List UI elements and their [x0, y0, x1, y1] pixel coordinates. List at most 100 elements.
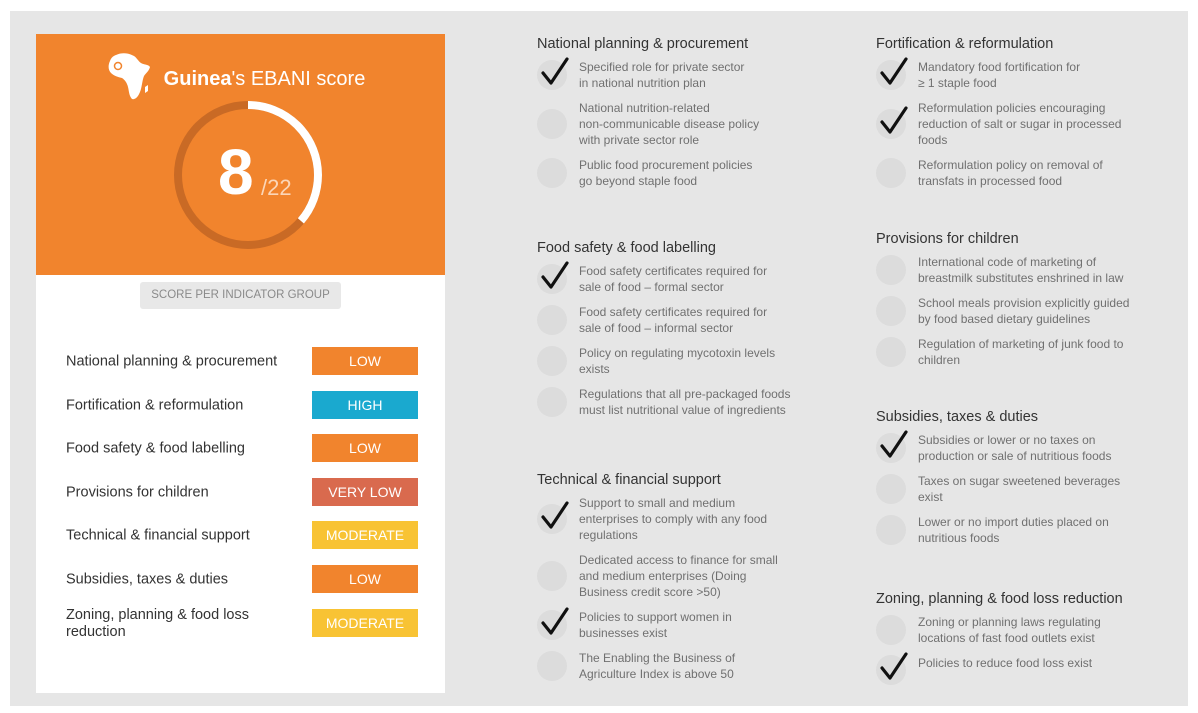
- indicator-text: Regulation of marketing of junk food to …: [918, 337, 1124, 367]
- indicator-item: Support to small and medium enterprises …: [537, 495, 778, 543]
- group-row: Food safety & food labelling LOW: [66, 434, 418, 464]
- group-row: Technical & financial support MODERATE: [66, 521, 418, 551]
- indicator-met-dot: [537, 607, 569, 640]
- section-title: Technical & financial support: [537, 472, 721, 488]
- score-title-suffix: 's EBANI score: [231, 68, 366, 90]
- indicator-item: Subsidies or lower or no taxes on produc…: [876, 430, 1120, 464]
- indicator-item: Public food procurement policies go beyo…: [537, 157, 759, 189]
- indicator-unmet-dot: [876, 515, 906, 545]
- group-label: Fortification & reformulation: [66, 397, 244, 414]
- score-value: 8: [218, 136, 254, 208]
- indicator-text: Policies to reduce food loss exist: [918, 656, 1093, 670]
- indicator-text: National nutrition-related non-communica…: [579, 101, 760, 147]
- indicator-unmet-dot: [537, 158, 567, 188]
- indicator-unmet-dot: [537, 387, 567, 417]
- indicator-item: The Enabling the Business of Agriculture…: [537, 650, 778, 682]
- section-title: Food safety & food labelling: [537, 240, 716, 256]
- indicator-item: National nutrition-related non-communica…: [537, 100, 759, 148]
- section-title: National planning & procurement: [537, 36, 749, 52]
- group-row: Zoning, planning & food loss reduction MO…: [66, 607, 418, 640]
- rating-badge: MODERATE: [312, 521, 418, 549]
- indicator-text: Policies to support women in businesses …: [579, 610, 732, 640]
- checkmark-icon: [541, 607, 569, 635]
- rating-badge: LOW: [312, 347, 418, 375]
- indicator-text: Food safety certificates required for sa…: [579, 305, 768, 335]
- indicator-item: Regulations that all pre-packaged foods …: [537, 386, 790, 418]
- rating-badge: LOW: [312, 434, 418, 462]
- indicator-unmet-dot: [876, 255, 906, 285]
- group-row: Fortification & reformulation HIGH: [66, 391, 418, 421]
- indicator-met-dot: [537, 261, 569, 294]
- indicator-unmet-dot: [876, 337, 906, 367]
- score-hero: Guinea's EBANI score 8 /22: [36, 34, 445, 275]
- indicator-item: Policies to support women in businesses …: [537, 607, 778, 641]
- indicator-met-dot: [876, 57, 908, 90]
- indicator-unmet-dot: [537, 305, 567, 335]
- indicator-item: Food safety certificates required for sa…: [537, 304, 790, 336]
- checkmark-icon: [541, 57, 569, 85]
- indicator-met-dot: [876, 106, 908, 139]
- indicator-item: Reformulation policies encouraging reduc…: [876, 100, 1121, 148]
- indicator-text: Regulations that all pre-packaged foods …: [579, 387, 791, 417]
- indicator-section: Zoning, planning & food loss reduction Zo…: [876, 591, 1123, 694]
- checkmark-icon: [880, 652, 908, 680]
- group-label: Provisions for children: [66, 484, 209, 501]
- indicator-met-dot: [876, 430, 908, 463]
- indicator-item: Lower or no import duties placed on nutr…: [876, 514, 1120, 546]
- group-heading: SCORE PER INDICATOR GROUP: [140, 282, 341, 309]
- indicator-text: Support to small and medium enterprises …: [579, 496, 768, 542]
- indicator-unmet-dot: [876, 474, 906, 504]
- indicator-met-dot: [876, 652, 908, 685]
- indicator-item: Regulation of marketing of junk food to …: [876, 336, 1129, 368]
- indicator-text: School meals provision explicitly guided…: [918, 296, 1130, 326]
- indicator-section: Subsidies, taxes & duties Subsidies or lo…: [876, 409, 1120, 555]
- group-label: Subsidies, taxes & duties: [66, 571, 229, 588]
- indicator-met-dot: [537, 57, 569, 90]
- section-title: Zoning, planning & food loss reduction: [876, 591, 1123, 607]
- indicator-item: School meals provision explicitly guided…: [876, 295, 1129, 327]
- indicator-text: Taxes on sugar sweetened beverages exist: [918, 474, 1121, 504]
- indicator-item: Food safety certificates required for sa…: [537, 261, 790, 295]
- rating-badge: HIGH: [312, 391, 418, 419]
- indicator-item: Zoning or planning laws regulating locat…: [876, 614, 1123, 646]
- indicator-item: Mandatory food fortification for ≥ 1 sta…: [876, 57, 1121, 91]
- indicator-text: Dedicated access to finance for small an…: [579, 553, 778, 599]
- indicator-text: Reformulation policy on removal of trans…: [918, 158, 1103, 188]
- group-label: Technical & financial support: [66, 527, 250, 544]
- section-title: Provisions for children: [876, 231, 1019, 247]
- country-name: Guinea: [163, 68, 232, 90]
- group-row: National planning & procurement LOW: [66, 347, 418, 377]
- checkmark-icon: [880, 57, 908, 85]
- indicator-text: The Enabling the Business of Agriculture…: [579, 651, 736, 681]
- group-row: Provisions for children VERY LOW: [66, 478, 418, 508]
- indicator-section: Provisions for children International cod…: [876, 231, 1129, 377]
- indicator-text: Zoning or planning laws regulating locat…: [918, 615, 1101, 645]
- indicator-text: Subsidies or lower or no taxes on produc…: [918, 433, 1112, 463]
- section-title: Subsidies, taxes & duties: [876, 409, 1039, 425]
- indicator-text: Mandatory food fortification for ≥ 1 sta…: [918, 60, 1081, 90]
- indicator-unmet-dot: [876, 615, 906, 645]
- indicator-unmet-dot: [537, 651, 567, 681]
- checkmark-icon: [541, 261, 569, 289]
- indicator-item: Specified role for private sector in nat…: [537, 57, 759, 91]
- indicator-item: International code of marketing of breas…: [876, 254, 1129, 286]
- indicator-unmet-dot: [876, 296, 906, 326]
- checkmark-icon: [541, 501, 569, 529]
- rating-badge: VERY LOW: [312, 478, 418, 506]
- indicator-unmet-dot: [537, 561, 567, 591]
- checkmark-icon: [880, 106, 908, 134]
- group-row: Subsidies, taxes & duties LOW: [66, 565, 418, 595]
- indicator-unmet-dot: [876, 158, 906, 188]
- indicator-text: Reformulation policies encouraging reduc…: [918, 101, 1122, 147]
- scorecard: Guinea's EBANI score 8 /22 SCORE PER IND…: [36, 34, 445, 693]
- rating-badge: MODERATE: [312, 609, 418, 637]
- group-label: Zoning, planning & food loss reduction: [66, 607, 249, 640]
- indicator-text: Food safety certificates required for sa…: [579, 264, 768, 294]
- indicator-section: National planning & procurement Specified…: [537, 36, 759, 198]
- group-label: National planning & procurement: [66, 353, 278, 370]
- indicator-text: International code of marketing of breas…: [918, 255, 1124, 285]
- indicator-text: Lower or no import duties placed on nutr…: [918, 515, 1109, 545]
- rating-badge: LOW: [312, 565, 418, 593]
- indicator-unmet-dot: [537, 109, 567, 139]
- indicator-item: Dedicated access to finance for small an…: [537, 552, 778, 600]
